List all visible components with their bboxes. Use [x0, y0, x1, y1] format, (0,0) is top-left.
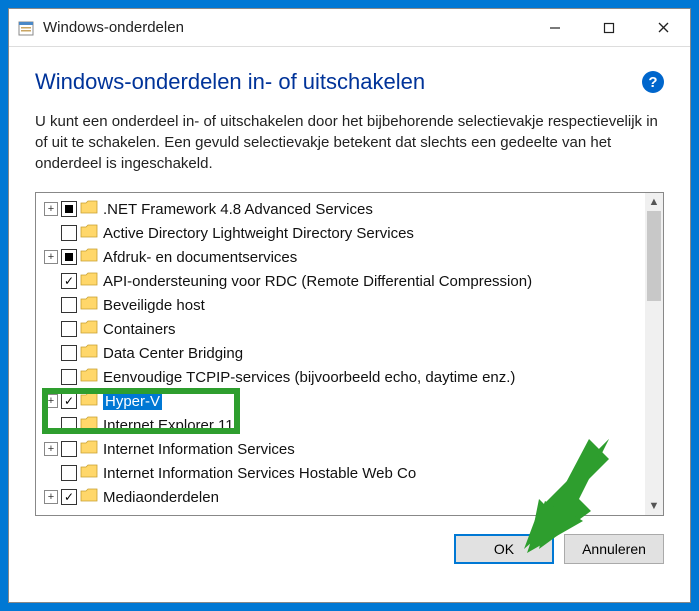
feature-checkbox[interactable]	[61, 489, 77, 505]
feature-label[interactable]: Active Directory Lightweight Directory S…	[103, 225, 414, 242]
folder-icon	[80, 272, 98, 290]
feature-row[interactable]: +Data Center Bridging	[38, 341, 643, 365]
folder-icon	[80, 488, 98, 506]
feature-label[interactable]: API-ondersteuning voor RDC (Remote Diffe…	[103, 273, 532, 290]
feature-row[interactable]: +Beveiligde host	[38, 293, 643, 317]
feature-checkbox[interactable]	[61, 321, 77, 337]
folder-icon	[80, 344, 98, 362]
feature-checkbox[interactable]	[61, 441, 77, 457]
folder-icon	[80, 296, 98, 314]
feature-row[interactable]: + .NET Framework 4.8 Advanced Services	[38, 197, 643, 221]
feature-row[interactable]: +Containers	[38, 317, 643, 341]
feature-label[interactable]: Containers	[103, 321, 176, 338]
expand-icon[interactable]: +	[44, 394, 58, 408]
maximize-button[interactable]	[582, 9, 636, 47]
feature-row[interactable]: + Mediaonderdelen	[38, 485, 643, 509]
feature-label[interactable]: Internet Explorer 11	[103, 417, 234, 434]
folder-icon	[80, 416, 98, 434]
expand-icon[interactable]: +	[44, 442, 58, 456]
feature-row[interactable]: + Hyper-V	[38, 389, 643, 413]
feature-label[interactable]: Internet Information Services	[103, 441, 295, 458]
scroll-thumb[interactable]	[647, 211, 661, 301]
feature-row[interactable]: + Afdruk- en documentservices	[38, 245, 643, 269]
feature-label[interactable]: Data Center Bridging	[103, 345, 243, 362]
scrollbar[interactable]: ▲ ▼	[645, 193, 663, 515]
close-button[interactable]	[636, 9, 690, 47]
windows-features-dialog: Windows-onderdelen Windows-onderdelen in…	[8, 8, 691, 603]
minimize-button[interactable]	[528, 9, 582, 47]
folder-icon	[80, 440, 98, 458]
feature-row[interactable]: +Internet Information Services Hostable …	[38, 461, 643, 485]
feature-label[interactable]: Afdruk- en documentservices	[103, 249, 297, 266]
folder-icon	[80, 368, 98, 386]
ok-button[interactable]: OK	[454, 534, 554, 564]
expand-icon[interactable]: +	[44, 490, 58, 504]
feature-checkbox[interactable]	[61, 225, 77, 241]
expand-icon[interactable]: +	[44, 250, 58, 264]
feature-checkbox[interactable]	[61, 273, 77, 289]
help-icon[interactable]: ?	[642, 71, 664, 93]
feature-label[interactable]: Eenvoudige TCPIP-services (bijvoorbeeld …	[103, 369, 515, 386]
titlebar[interactable]: Windows-onderdelen	[9, 9, 690, 47]
folder-icon	[80, 392, 98, 410]
feature-row[interactable]: + Internet Information Services	[38, 437, 643, 461]
feature-checkbox[interactable]	[61, 249, 77, 265]
feature-checkbox[interactable]	[61, 345, 77, 361]
folder-icon	[80, 464, 98, 482]
feature-row[interactable]: +Eenvoudige TCPIP-services (bijvoorbeeld…	[38, 365, 643, 389]
feature-checkbox[interactable]	[61, 465, 77, 481]
app-icon	[15, 17, 37, 39]
feature-row[interactable]: +Internet Explorer 11	[38, 413, 643, 437]
folder-icon	[80, 200, 98, 218]
scroll-down-icon[interactable]: ▼	[645, 497, 663, 515]
feature-label[interactable]: Internet Information Services Hostable W…	[103, 465, 416, 482]
feature-label[interactable]: Hyper-V	[103, 393, 162, 410]
content: Windows-onderdelen in- of uitschakelen ?…	[9, 47, 690, 602]
page-description: U kunt een onderdeel in- of uitschakelen…	[35, 111, 664, 174]
expand-icon[interactable]: +	[44, 202, 58, 216]
feature-row[interactable]: +Active Directory Lightweight Directory …	[38, 221, 643, 245]
feature-checkbox[interactable]	[61, 417, 77, 433]
cancel-button[interactable]: Annuleren	[564, 534, 664, 564]
feature-checkbox[interactable]	[61, 369, 77, 385]
window-title: Windows-onderdelen	[43, 19, 528, 36]
feature-checkbox[interactable]	[61, 393, 77, 409]
folder-icon	[80, 224, 98, 242]
feature-label[interactable]: Mediaonderdelen	[103, 489, 219, 506]
feature-checkbox[interactable]	[61, 297, 77, 313]
folder-icon	[80, 320, 98, 338]
feature-tree: +.NET Framework 4.8 Advanced Services+Ac…	[35, 192, 664, 516]
feature-label[interactable]: Beveiligde host	[103, 297, 205, 314]
feature-row[interactable]: +API-ondersteuning voor RDC (Remote Diff…	[38, 269, 643, 293]
feature-checkbox[interactable]	[61, 201, 77, 217]
page-heading: Windows-onderdelen in- of uitschakelen	[35, 69, 425, 95]
feature-label[interactable]: .NET Framework 4.8 Advanced Services	[103, 201, 373, 218]
folder-icon	[80, 248, 98, 266]
scroll-up-icon[interactable]: ▲	[645, 193, 663, 211]
